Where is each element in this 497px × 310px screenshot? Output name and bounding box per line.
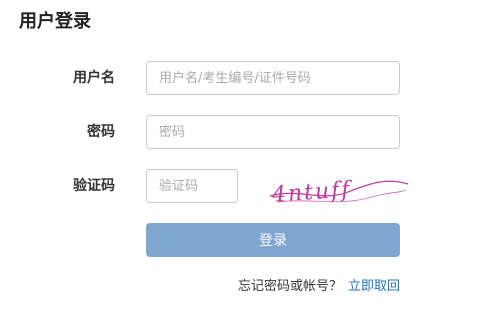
captcha-image[interactable]: 4ntuff (268, 168, 410, 210)
username-input[interactable] (146, 61, 400, 95)
page-title: 用户登录 (19, 11, 91, 32)
login-button[interactable]: 登录 (146, 223, 400, 257)
footer-help: 忘记密码或帐号？ 立即取回 (238, 278, 400, 296)
password-input[interactable] (146, 115, 400, 149)
captcha-input[interactable] (146, 169, 238, 203)
captcha-text: 4ntuff (270, 177, 354, 208)
forgot-account-text: 忘记密码或帐号？ (237, 279, 342, 294)
captcha-image-graphic: 4ntuff (269, 177, 409, 208)
username-label: 用户名 (73, 70, 115, 86)
captcha-label: 验证码 (73, 178, 115, 194)
retrieve-account-link[interactable]: 立即取回 (348, 279, 400, 294)
password-label: 密码 (87, 124, 115, 140)
